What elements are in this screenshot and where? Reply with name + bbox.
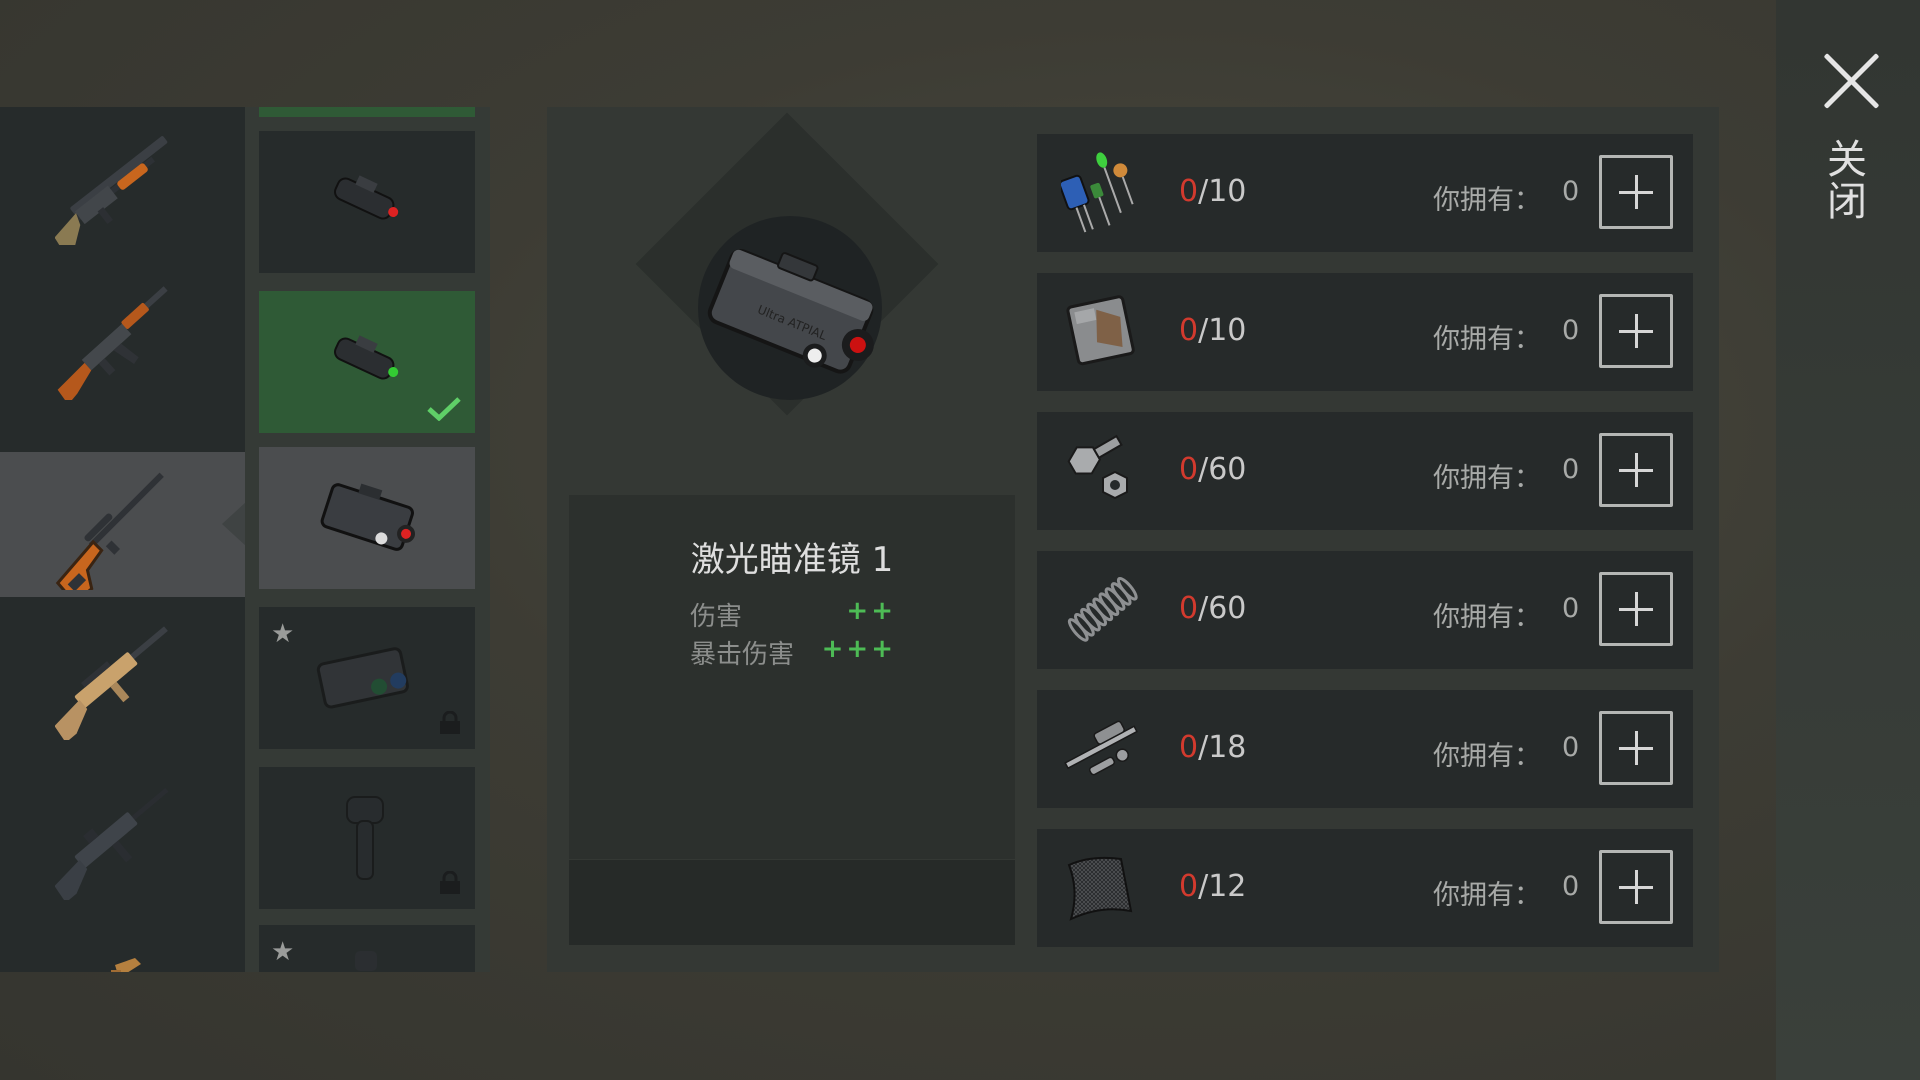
owned-value: 0 — [1562, 454, 1580, 485]
owned-value: 0 — [1562, 732, 1580, 763]
owned-label: 你拥有： — [1433, 324, 1541, 355]
stat-value: +++ — [821, 634, 896, 664]
attachment-slot-6[interactable]: ★ — [259, 925, 475, 972]
stat-label: 暴击伤害 — [690, 640, 795, 670]
checkmark-icon — [427, 397, 461, 421]
owned-value: 0 — [1562, 315, 1580, 346]
material-row-bolts: 0/60 你拥有： 0 — [1037, 412, 1693, 530]
carbon-sheet-icon — [1067, 856, 1133, 921]
add-material-button[interactable] — [1599, 572, 1673, 646]
owned-label: 你拥有： — [1433, 741, 1541, 772]
attachment-slot-3[interactable] — [259, 447, 475, 589]
electronic-components-icon — [1061, 152, 1134, 233]
laser-sight-preview-icon: Ultra ATPIAL — [707, 248, 874, 374]
material-row-carbon-sheet: 0/12 你拥有： 0 — [1037, 829, 1693, 947]
item-name: 激光瞄准镜 1 — [690, 540, 894, 580]
scope-red-dot-icon — [334, 175, 399, 220]
star-icon: ★ — [271, 937, 295, 967]
stat-value: ++ — [846, 596, 896, 626]
lock-icon — [440, 711, 460, 734]
gun-parts-icon — [1064, 720, 1138, 776]
close-icon[interactable] — [1820, 50, 1882, 112]
item-info-footer — [569, 860, 1015, 945]
spring-icon — [1067, 577, 1138, 642]
laser-sight-icon — [320, 483, 416, 551]
add-material-button[interactable] — [1599, 155, 1673, 229]
add-material-button[interactable] — [1599, 850, 1673, 924]
weapon-slot-ak[interactable] — [0, 262, 245, 407]
owned-value: 0 — [1562, 593, 1580, 624]
attachment-slot-1[interactable] — [259, 131, 475, 273]
owned-label: 你拥有： — [1433, 185, 1541, 216]
material-count: 0/18 — [1179, 730, 1247, 765]
owned-value: 0 — [1562, 871, 1580, 902]
weapon-slot-m16[interactable] — [0, 762, 245, 907]
scar-rifle-icon — [55, 626, 168, 740]
owned-label: 你拥有： — [1433, 463, 1541, 494]
material-row-springs: 0/60 你拥有： 0 — [1037, 551, 1693, 669]
owned-label: 你拥有： — [1433, 602, 1541, 633]
material-count: 0/10 — [1179, 313, 1247, 348]
material-count: 0/10 — [1179, 174, 1247, 209]
metal-plate-icon — [1066, 295, 1135, 366]
add-material-button[interactable] — [1599, 294, 1673, 368]
selection-pointer — [222, 502, 245, 546]
weapon-slot-partial[interactable] — [0, 922, 245, 972]
material-row-gun-parts: 0/18 你拥有： 0 — [1037, 690, 1693, 808]
weapon-slot-shotgun[interactable] — [0, 107, 245, 252]
stat-label: 伤害 — [690, 602, 743, 632]
attachment-slot-4[interactable]: ★ — [259, 607, 475, 749]
pistol-partial-icon — [111, 958, 141, 972]
material-count: 0/60 — [1179, 452, 1247, 487]
weapon-list — [0, 107, 245, 972]
material-row-metal-plate: 0/10 你拥有： 0 — [1037, 273, 1693, 391]
attachment-slot-2[interactable] — [259, 291, 475, 433]
ak-rifle-icon — [57, 286, 168, 400]
add-material-button[interactable] — [1599, 711, 1673, 785]
m16-rifle-icon — [55, 787, 169, 900]
add-material-button[interactable] — [1599, 433, 1673, 507]
attachment-list: ★ ★ — [245, 107, 490, 972]
owned-label: 你拥有： — [1433, 880, 1541, 911]
close-label[interactable]: 关闭 — [1820, 138, 1872, 222]
weapon-slot-scar[interactable] — [0, 602, 245, 747]
lock-icon — [440, 871, 460, 894]
material-count: 0/12 — [1179, 869, 1247, 904]
material-row-electronics: 0/10 你拥有： 0 — [1037, 134, 1693, 252]
owned-value: 0 — [1562, 176, 1580, 207]
material-count: 0/60 — [1179, 591, 1247, 626]
shotgun-icon — [55, 136, 168, 245]
attachment-slot-5[interactable] — [259, 767, 475, 909]
weapon-slot-sniper[interactable] — [0, 452, 245, 597]
sniper-rifle-icon — [55, 472, 164, 590]
star-icon: ★ — [271, 619, 295, 649]
equipped-strip — [259, 107, 475, 117]
bolt-nut-icon — [1067, 434, 1128, 500]
